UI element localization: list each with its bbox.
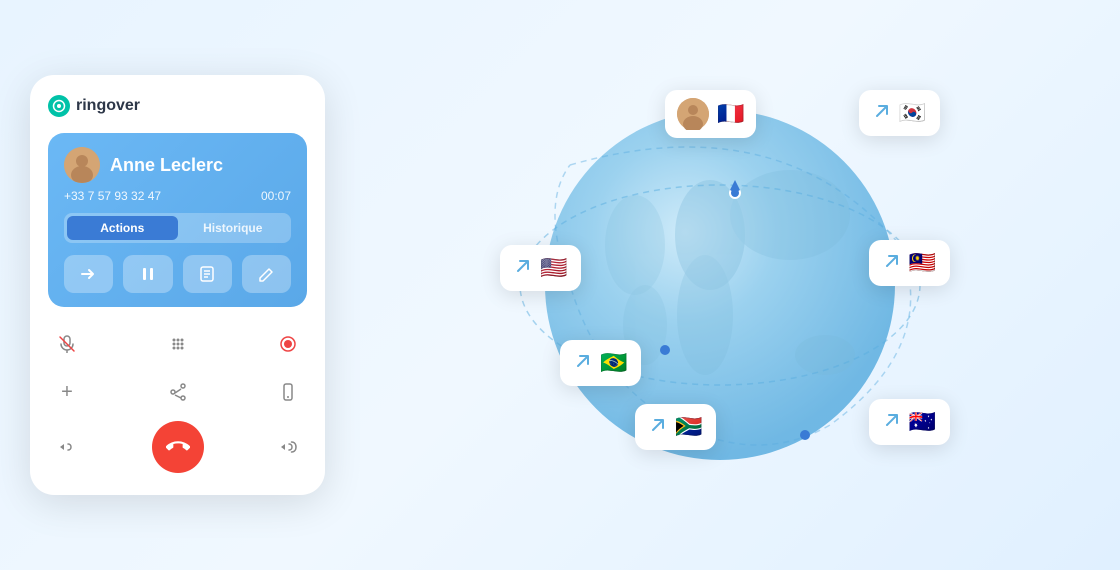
australia-flag-card: 🇦🇺 [869,399,950,445]
caller-info: Anne Leclerc [64,147,291,183]
pause-button[interactable] [123,255,172,293]
usa-flag: 🇺🇸 [540,255,567,281]
keypad-area: + [48,321,307,477]
call-out-icon-australia [883,411,901,434]
malaysia-flag: 🇲🇾 [909,250,936,276]
call-out-icon-korea [873,102,891,125]
hangup-button[interactable] [152,421,204,473]
australia-flag: 🇦🇺 [909,409,936,435]
usa-flag-card: 🇺🇸 [500,245,581,291]
france-caller-avatar [677,98,709,130]
caller-name: Anne Leclerc [110,155,223,176]
edit-button[interactable] [242,255,291,293]
globe-section: 🇫🇷 🇺🇸 🇰🇷 [320,0,1120,570]
action-buttons [64,255,291,293]
france-flag: 🇫🇷 [717,101,744,127]
volume-button[interactable] [269,428,307,466]
globe-container: 🇫🇷 🇺🇸 🇰🇷 [480,45,960,525]
ringover-icon [48,95,70,117]
keypad-button[interactable] [159,325,197,363]
caller-avatar [64,147,100,183]
history-tab[interactable]: Historique [178,216,289,240]
actions-tab[interactable]: Actions [67,216,178,240]
ringover-logo: ringover [48,95,140,117]
call-out-icon-usa [514,257,532,280]
south-africa-flag: 🇿🇦 [675,414,702,440]
call-out-icon-brazil [574,352,592,375]
tab-row: Actions Historique [64,213,291,243]
korea-flag: 🇰🇷 [899,100,926,126]
korea-flag-card: 🇰🇷 [859,90,940,136]
add-button[interactable]: + [48,373,86,411]
call-out-icon-south-africa [649,416,667,439]
brand-name: ringover [76,97,140,115]
call-out-icon-malaysia [883,252,901,275]
mute-button[interactable] [48,325,86,363]
note-button[interactable] [183,255,232,293]
brazil-flag: 🇧🇷 [600,350,627,376]
south-africa-flag-card: 🇿🇦 [635,404,716,450]
malaysia-flag-card: 🇲🇾 [869,240,950,286]
phone-mockup: ringover Anne Leclerc +33 7 57 93 32 47 … [30,75,325,495]
keypad-row-1 [48,325,307,363]
call-card: Anne Leclerc +33 7 57 93 32 47 00:07 Act… [48,133,307,307]
keypad-row-2: + [48,373,307,411]
caller-number: +33 7 57 93 32 47 [64,189,161,203]
call-meta: +33 7 57 93 32 47 00:07 [64,189,291,203]
brazil-flag-card: 🇧🇷 [560,340,641,386]
phone-header: ringover [48,95,307,117]
keypad-bottom-row [48,421,307,473]
transfer-call-button[interactable] [64,255,113,293]
share-button[interactable] [159,373,197,411]
more-volume-button[interactable] [48,428,86,466]
record-button[interactable] [269,325,307,363]
mobile-button[interactable] [269,373,307,411]
call-duration: 00:07 [261,189,291,203]
france-avatar-card: 🇫🇷 [665,90,756,138]
